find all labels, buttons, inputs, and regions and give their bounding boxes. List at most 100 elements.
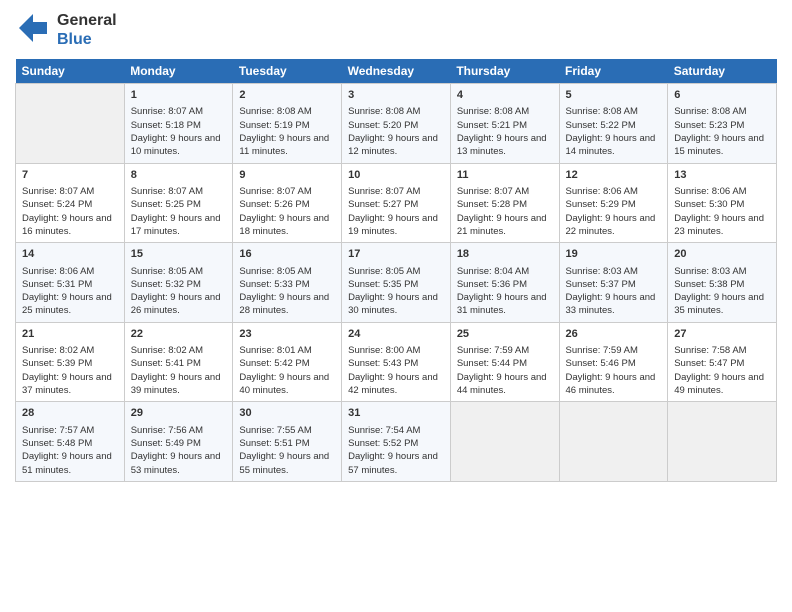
page-container: General Blue Sunday Monday Tuesday Wedne… [0, 0, 792, 492]
cell-5-1: 28 Sunrise: 7:57 AM Sunset: 5:48 PM Dayl… [16, 402, 125, 482]
calendar-table: Sunday Monday Tuesday Wednesday Thursday… [15, 59, 777, 482]
day-info: Sunrise: 8:08 AM Sunset: 5:22 PM Dayligh… [566, 105, 662, 158]
cell-2-2: 8 Sunrise: 8:07 AM Sunset: 5:25 PM Dayli… [124, 163, 233, 243]
day-number: 7 [22, 168, 118, 183]
cell-3-6: 19 Sunrise: 8:03 AM Sunset: 5:37 PM Dayl… [559, 243, 668, 323]
day-number: 14 [22, 247, 118, 262]
day-info: Sunrise: 8:07 AM Sunset: 5:28 PM Dayligh… [457, 185, 553, 238]
day-info: Sunrise: 8:08 AM Sunset: 5:21 PM Dayligh… [457, 105, 553, 158]
day-info: Sunrise: 8:08 AM Sunset: 5:23 PM Dayligh… [674, 105, 770, 158]
cell-2-4: 10 Sunrise: 8:07 AM Sunset: 5:27 PM Dayl… [342, 163, 451, 243]
day-info: Sunrise: 8:07 AM Sunset: 5:26 PM Dayligh… [239, 185, 335, 238]
day-number: 12 [566, 168, 662, 183]
day-number: 3 [348, 88, 444, 103]
header-thursday: Thursday [450, 59, 559, 84]
day-number: 1 [131, 88, 227, 103]
cell-1-1 [16, 84, 125, 164]
day-info: Sunrise: 8:07 AM Sunset: 5:27 PM Dayligh… [348, 185, 444, 238]
cell-4-2: 22 Sunrise: 8:02 AM Sunset: 5:41 PM Dayl… [124, 322, 233, 402]
day-number: 28 [22, 406, 118, 421]
cell-3-7: 20 Sunrise: 8:03 AM Sunset: 5:38 PM Dayl… [668, 243, 777, 323]
header-saturday: Saturday [668, 59, 777, 84]
cell-3-5: 18 Sunrise: 8:04 AM Sunset: 5:36 PM Dayl… [450, 243, 559, 323]
header-monday: Monday [124, 59, 233, 84]
day-info: Sunrise: 8:04 AM Sunset: 5:36 PM Dayligh… [457, 265, 553, 318]
day-info: Sunrise: 7:59 AM Sunset: 5:44 PM Dayligh… [457, 344, 553, 397]
logo-text-block: General Blue [57, 12, 117, 49]
day-number: 8 [131, 168, 227, 183]
day-number: 23 [239, 327, 335, 342]
day-number: 13 [674, 168, 770, 183]
cell-1-3: 2 Sunrise: 8:08 AM Sunset: 5:19 PM Dayli… [233, 84, 342, 164]
day-info: Sunrise: 8:05 AM Sunset: 5:33 PM Dayligh… [239, 265, 335, 318]
week-row-5: 28 Sunrise: 7:57 AM Sunset: 5:48 PM Dayl… [16, 402, 777, 482]
day-info: Sunrise: 7:57 AM Sunset: 5:48 PM Dayligh… [22, 424, 118, 477]
logo-blue: Blue [57, 31, 117, 49]
day-number: 29 [131, 406, 227, 421]
day-number: 26 [566, 327, 662, 342]
day-number: 2 [239, 88, 335, 103]
cell-3-4: 17 Sunrise: 8:05 AM Sunset: 5:35 PM Dayl… [342, 243, 451, 323]
day-info: Sunrise: 8:06 AM Sunset: 5:30 PM Dayligh… [674, 185, 770, 238]
cell-5-5 [450, 402, 559, 482]
cell-1-6: 5 Sunrise: 8:08 AM Sunset: 5:22 PM Dayli… [559, 84, 668, 164]
cell-3-1: 14 Sunrise: 8:06 AM Sunset: 5:31 PM Dayl… [16, 243, 125, 323]
week-row-1: 1 Sunrise: 8:07 AM Sunset: 5:18 PM Dayli… [16, 84, 777, 164]
day-info: Sunrise: 7:59 AM Sunset: 5:46 PM Dayligh… [566, 344, 662, 397]
week-row-2: 7 Sunrise: 8:07 AM Sunset: 5:24 PM Dayli… [16, 163, 777, 243]
day-info: Sunrise: 8:00 AM Sunset: 5:43 PM Dayligh… [348, 344, 444, 397]
header-sunday: Sunday [16, 59, 125, 84]
day-number: 24 [348, 327, 444, 342]
cell-4-7: 27 Sunrise: 7:58 AM Sunset: 5:47 PM Dayl… [668, 322, 777, 402]
day-info: Sunrise: 8:07 AM Sunset: 5:24 PM Dayligh… [22, 185, 118, 238]
cell-5-3: 30 Sunrise: 7:55 AM Sunset: 5:51 PM Dayl… [233, 402, 342, 482]
cell-2-7: 13 Sunrise: 8:06 AM Sunset: 5:30 PM Dayl… [668, 163, 777, 243]
header-friday: Friday [559, 59, 668, 84]
day-number: 9 [239, 168, 335, 183]
day-number: 19 [566, 247, 662, 262]
cell-3-2: 15 Sunrise: 8:05 AM Sunset: 5:32 PM Dayl… [124, 243, 233, 323]
day-info: Sunrise: 8:03 AM Sunset: 5:37 PM Dayligh… [566, 265, 662, 318]
page-header: General Blue [15, 10, 777, 51]
cell-1-2: 1 Sunrise: 8:07 AM Sunset: 5:18 PM Dayli… [124, 84, 233, 164]
cell-3-3: 16 Sunrise: 8:05 AM Sunset: 5:33 PM Dayl… [233, 243, 342, 323]
cell-1-4: 3 Sunrise: 8:08 AM Sunset: 5:20 PM Dayli… [342, 84, 451, 164]
day-info: Sunrise: 7:56 AM Sunset: 5:49 PM Dayligh… [131, 424, 227, 477]
logo-icon-area [15, 10, 51, 51]
day-number: 30 [239, 406, 335, 421]
day-number: 17 [348, 247, 444, 262]
cell-5-4: 31 Sunrise: 7:54 AM Sunset: 5:52 PM Dayl… [342, 402, 451, 482]
cell-2-1: 7 Sunrise: 8:07 AM Sunset: 5:24 PM Dayli… [16, 163, 125, 243]
day-number: 25 [457, 327, 553, 342]
day-info: Sunrise: 8:05 AM Sunset: 5:32 PM Dayligh… [131, 265, 227, 318]
day-info: Sunrise: 8:08 AM Sunset: 5:19 PM Dayligh… [239, 105, 335, 158]
cell-2-6: 12 Sunrise: 8:06 AM Sunset: 5:29 PM Dayl… [559, 163, 668, 243]
cell-1-5: 4 Sunrise: 8:08 AM Sunset: 5:21 PM Dayli… [450, 84, 559, 164]
day-number: 6 [674, 88, 770, 103]
day-number: 22 [131, 327, 227, 342]
cell-5-6 [559, 402, 668, 482]
week-row-3: 14 Sunrise: 8:06 AM Sunset: 5:31 PM Dayl… [16, 243, 777, 323]
day-info: Sunrise: 8:01 AM Sunset: 5:42 PM Dayligh… [239, 344, 335, 397]
cell-2-5: 11 Sunrise: 8:07 AM Sunset: 5:28 PM Dayl… [450, 163, 559, 243]
cell-5-2: 29 Sunrise: 7:56 AM Sunset: 5:49 PM Dayl… [124, 402, 233, 482]
day-info: Sunrise: 8:03 AM Sunset: 5:38 PM Dayligh… [674, 265, 770, 318]
cell-4-6: 26 Sunrise: 7:59 AM Sunset: 5:46 PM Dayl… [559, 322, 668, 402]
day-number: 20 [674, 247, 770, 262]
day-info: Sunrise: 8:07 AM Sunset: 5:18 PM Dayligh… [131, 105, 227, 158]
cell-4-5: 25 Sunrise: 7:59 AM Sunset: 5:44 PM Dayl… [450, 322, 559, 402]
cell-4-1: 21 Sunrise: 8:02 AM Sunset: 5:39 PM Dayl… [16, 322, 125, 402]
cell-5-7 [668, 402, 777, 482]
day-number: 4 [457, 88, 553, 103]
day-number: 31 [348, 406, 444, 421]
day-info: Sunrise: 7:54 AM Sunset: 5:52 PM Dayligh… [348, 424, 444, 477]
day-info: Sunrise: 8:02 AM Sunset: 5:41 PM Dayligh… [131, 344, 227, 397]
day-number: 21 [22, 327, 118, 342]
day-info: Sunrise: 8:06 AM Sunset: 5:29 PM Dayligh… [566, 185, 662, 238]
week-row-4: 21 Sunrise: 8:02 AM Sunset: 5:39 PM Dayl… [16, 322, 777, 402]
day-number: 15 [131, 247, 227, 262]
logo-svg [15, 10, 51, 46]
header-tuesday: Tuesday [233, 59, 342, 84]
day-number: 10 [348, 168, 444, 183]
day-number: 18 [457, 247, 553, 262]
